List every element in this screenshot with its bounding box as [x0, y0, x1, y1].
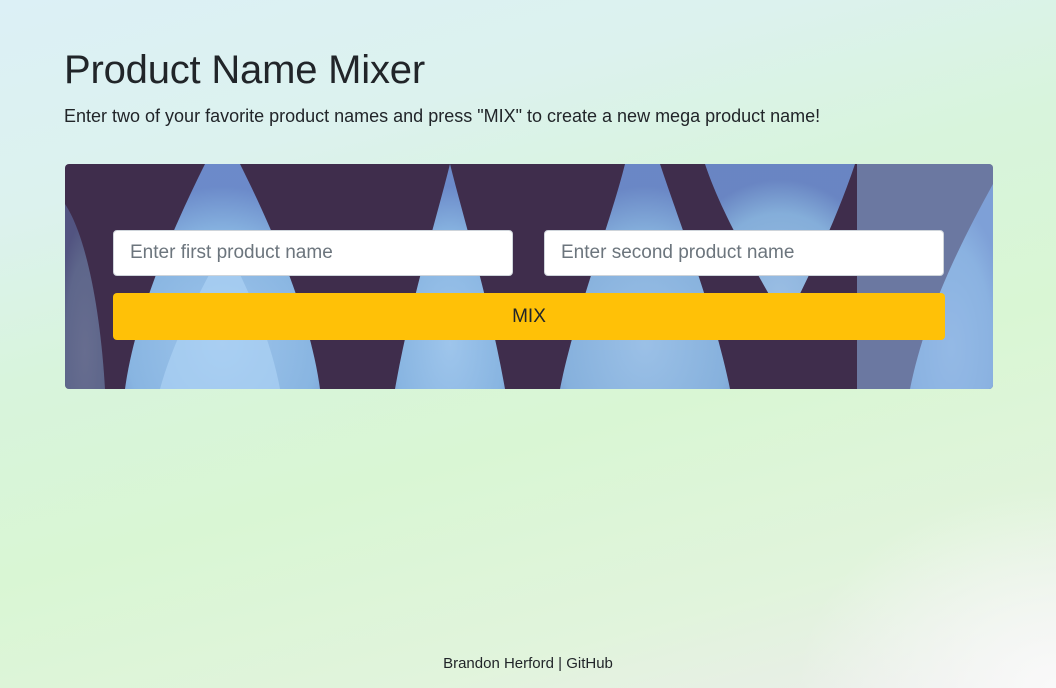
footer-author: Brandon Herford: [443, 655, 554, 672]
mixer-panel: MIX: [65, 164, 993, 389]
footer-separator: |: [553, 655, 567, 672]
second-product-input[interactable]: [544, 230, 944, 276]
footer: Brandon Herford | GitHub: [0, 654, 1056, 674]
mix-button[interactable]: MIX: [113, 293, 945, 340]
page-title: Product Name Mixer: [64, 48, 425, 92]
panel-background-art: [65, 164, 993, 389]
page-subtitle: Enter two of your favorite product names…: [64, 106, 821, 126]
first-product-input[interactable]: [113, 230, 513, 276]
github-link[interactable]: GitHub: [566, 655, 613, 672]
